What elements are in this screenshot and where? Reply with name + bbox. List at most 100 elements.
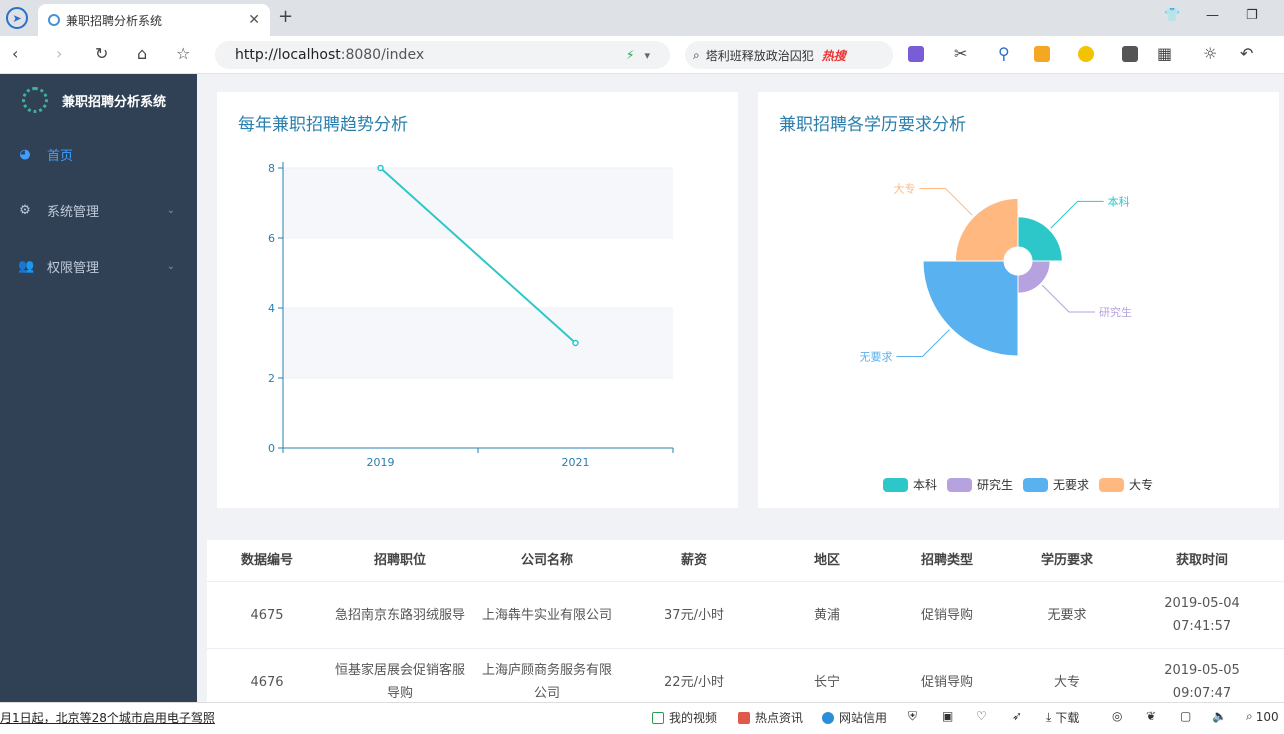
cell-education: 无要求 [1047,607,1087,623]
slice-label: 研究生 [1099,305,1132,319]
game-icon[interactable] [1034,46,1050,62]
col-header[interactable]: 学历要求 [1007,549,1127,572]
apps-grid-icon[interactable]: ▦ [1157,44,1172,63]
cell-id: 4676 [250,674,284,690]
undo-icon[interactable]: ↶ [1240,44,1253,63]
cell-id: 4675 [250,607,284,623]
address-bar[interactable]: http://localhost:8080/index ⚡ ▾ [215,41,670,69]
url-rest: :8080/index [340,47,425,63]
window-icon[interactable]: ▢ [1180,709,1191,723]
browser-tabbar: ➤ 兼职招聘分析系统 ✕ + 👕 — ❐ [0,0,1284,36]
my-video-button[interactable]: 我的视频 [652,709,717,726]
scissors-icon[interactable]: ✂ [954,44,967,63]
rocket-icon[interactable]: ➶ [1012,709,1022,723]
news-icon [738,711,750,724]
col-header[interactable]: 地区 [767,549,887,572]
news-ticker-link[interactable]: 月1日起，北京等28个城市启用电子驾照 [0,709,215,726]
cell-time: 2019-05-04 07:41:57 [1164,596,1240,634]
maximize-icon[interactable]: ❐ [1246,8,1258,23]
cell-type: 促销导购 [920,607,973,623]
label-leader-line [896,329,950,357]
image-icon[interactable]: ▣ [942,709,953,723]
data-point [572,339,579,347]
table-row[interactable]: 4676 恒基家居展会促销客服导购 上海庐顾商务服务有限公司 22元/小时 长宁… [207,649,1284,702]
browser-statusbar: 月1日起，北京等28个城市启用电子驾照 我的视频 热点资讯 网站信用 ⛨ ▣ ♡… [0,702,1284,734]
translate-icon[interactable] [908,46,924,62]
col-header[interactable]: 数据编号 [207,549,327,572]
zoom-level[interactable]: ⌕ 100 [1246,709,1279,724]
new-tab-icon[interactable]: + [278,6,293,27]
volume-icon[interactable]: 🔈 [1212,709,1227,723]
label-leader-line [1050,200,1104,229]
lightning-icon[interactable]: ⚡ [626,48,634,62]
hot-search-badge: 热搜 [821,48,846,63]
search-box[interactable]: ⌕ 塔利班释放政治囚犯 热搜 [685,41,893,69]
sidebar-item-home[interactable]: ◕ 首页 [0,126,197,182]
statusbar-label: 我的视频 [669,711,718,725]
reload-icon[interactable]: ↻ [95,44,108,63]
sidebar: 兼职招聘分析系统 ◕ 首页 ⚙ 系统管理 ⌄ 👥 权限管理 ⌄ [0,74,197,702]
download-button[interactable]: ⤓ 下载 [1046,709,1079,726]
reader-icon[interactable] [1122,46,1138,62]
zoom-icon: ⌕ [1246,709,1253,723]
cell-company: 上海犇牛实业有限公司 [481,607,612,623]
glasses-icon[interactable]: ◎ [1112,709,1122,723]
statusbar-label: 热点资讯 [755,711,804,725]
sidebar-item-system[interactable]: ⚙ 系统管理 ⌄ [0,182,197,238]
home-icon[interactable]: ⌂ [137,44,147,63]
legend-item-bachelor[interactable]: 本科 [883,476,937,493]
split-area [283,378,673,448]
dashboard-icon: ◕ [19,146,31,162]
statusbar-label: 100 [1255,709,1279,724]
col-header[interactable]: 薪资 [621,549,767,572]
legend-item-college[interactable]: 大专 [1099,476,1153,493]
chevron-down-icon: ⌄ [166,204,175,216]
sidebar-brand[interactable]: 兼职招聘分析系统 [0,74,197,126]
sidebar-item-label: 权限管理 [47,260,100,276]
table-row[interactable]: 4675 急招南京东路羽绒服导 上海犇牛实业有限公司 37元/小时 黄浦 促销导… [207,582,1284,649]
col-header[interactable]: 获取时间 [1127,549,1277,572]
leaf-icon[interactable]: ❦ [1146,709,1156,723]
magnifier-icon[interactable]: ⚲ [998,44,1010,63]
download-icon: ⤓ [1046,710,1052,724]
pie-chart-card: 兼职招聘各学历要求分析 本科 研究生 无要求 大专 本科 研究生 无要求 大专 [758,92,1279,508]
drop-icon [822,711,834,724]
sidebar-item-permission[interactable]: 👥 权限管理 ⌄ [0,238,197,294]
col-header[interactable]: 招聘职位 [327,549,473,572]
pie-chart: 本科研究生无要求 大专 [860,181,1132,363]
coin-icon[interactable] [1078,46,1094,62]
x-tick-label: 2019 [367,456,395,469]
forward-icon[interactable]: › [56,44,62,63]
browser-tab[interactable]: 兼职招聘分析系统 ✕ [38,4,270,36]
statusbar-label: 网站信用 [839,711,888,725]
video-icon [652,711,664,724]
y-tick-label: 2 [268,372,275,385]
legend-item-none[interactable]: 无要求 [1023,476,1089,493]
slice-label: 本科 [1108,194,1130,208]
chevron-down-icon[interactable]: ▾ [644,49,650,62]
col-header[interactable]: 公司名称 [473,549,621,572]
back-icon[interactable]: ‹ [12,44,18,63]
star-icon[interactable]: ☆ [176,44,190,63]
jobs-table: 数据编号 招聘职位 公司名称 薪资 地区 招聘类型 学历要求 获取时间 4675… [207,540,1284,702]
browser-toolbar: ‹ › ↻ ⌂ ☆ http://localhost:8080/index ⚡ … [0,36,1284,74]
hot-news-button[interactable]: 热点资讯 [738,709,803,726]
browser-logo-icon[interactable]: ➤ [6,7,28,29]
close-tab-icon[interactable]: ✕ [248,12,260,28]
label-leader-line [919,187,973,216]
skin-icon[interactable]: 👕 [1164,8,1180,23]
site-credit-button[interactable]: 网站信用 [822,709,887,726]
chevron-down-icon: ⌄ [166,260,175,272]
shield-icon[interactable]: ⛨ [908,709,917,724]
legend-label: 大专 [1129,478,1154,492]
col-header[interactable]: 招聘类型 [887,549,1007,572]
label-leader-line [1041,284,1095,313]
brightness-icon[interactable]: ☼ [1203,44,1217,63]
minimize-icon[interactable]: — [1206,8,1219,23]
cell-salary: 37元/小时 [664,607,724,623]
data-point [377,164,384,172]
cell-education: 大专 [1053,674,1080,690]
legend-item-master[interactable]: 研究生 [947,476,1013,493]
y-tick-label: 6 [268,232,275,245]
heart-icon[interactable]: ♡ [976,709,987,723]
